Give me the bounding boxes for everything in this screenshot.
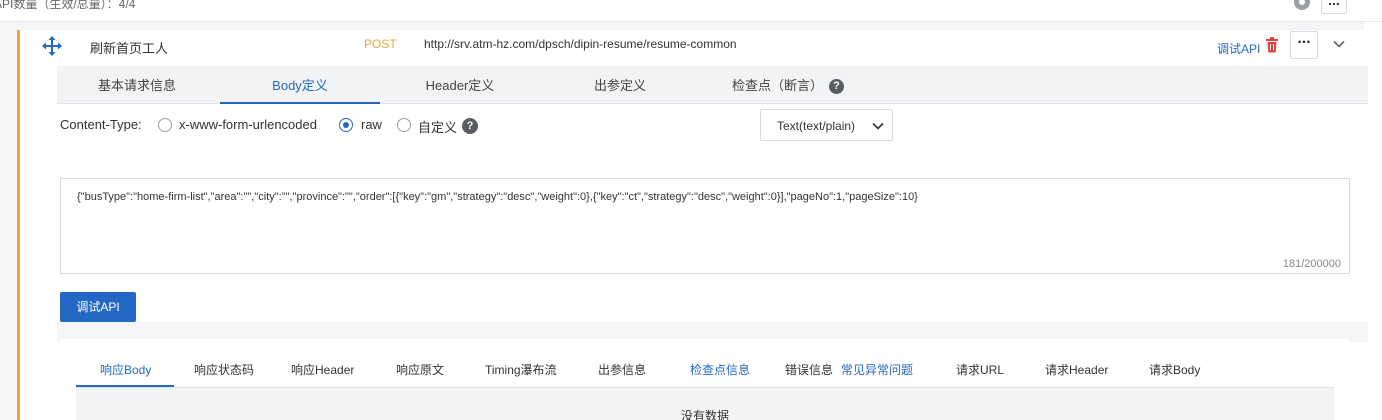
content-type-row: Content-Type: x-www-form-urlencoded raw … bbox=[57, 104, 1368, 150]
body-editor-text[interactable]: {"busType":"home-firm-list","area":"","c… bbox=[77, 191, 918, 203]
tab-checkpoint[interactable]: 检查点（断言）? bbox=[708, 66, 868, 104]
resp-link-common-issues[interactable]: 常见异常问题 bbox=[841, 361, 913, 378]
tab-header-definition[interactable]: Header定义 bbox=[380, 66, 540, 104]
api-name: 刷新首页工人 bbox=[90, 41, 169, 56]
radio-custom-label[interactable]: 自定义 bbox=[418, 117, 457, 136]
header-more-button[interactable]: ... bbox=[1290, 31, 1318, 59]
move-icon[interactable] bbox=[42, 36, 62, 56]
chevron-down-icon bbox=[872, 122, 884, 130]
page-root: API数量（生效/总量）：4/4 ... 刷新首页工人 POST http://… bbox=[0, 0, 1382, 420]
api-card: 刷新首页工人 POST http://srv.atm-hz.com/dpsch/… bbox=[17, 30, 1368, 420]
help-icon[interactable]: ? bbox=[829, 79, 844, 95]
resp-tab-request-header[interactable]: 请求Header bbox=[1045, 361, 1108, 378]
body-editor[interactable]: {"busType":"home-firm-list","area":"","c… bbox=[60, 178, 1350, 274]
gear-icon[interactable] bbox=[1294, 0, 1310, 10]
api-card-header[interactable]: 刷新首页工人 POST http://srv.atm-hz.com/dpsch/… bbox=[20, 30, 1365, 66]
body-char-count: 181/200000 bbox=[1282, 258, 1341, 270]
response-empty-state: 没有数据 bbox=[76, 388, 1334, 420]
response-panel: 响应Body 响应状态码 响应Header 响应原文 Timing瀑布流 出参信… bbox=[60, 339, 1350, 420]
resp-tab-header[interactable]: 响应Header bbox=[291, 361, 354, 378]
resp-tab-error[interactable]: 错误信息 bbox=[785, 361, 833, 378]
resp-tab-raw[interactable]: 响应原文 bbox=[396, 361, 444, 378]
api-method-badge: POST bbox=[364, 37, 397, 51]
resp-tab-body[interactable]: 响应Body bbox=[100, 361, 151, 378]
resp-tab-request-body[interactable]: 请求Body bbox=[1149, 361, 1200, 378]
header-debug-api-link[interactable]: 调试API bbox=[1217, 40, 1260, 57]
debug-api-button[interactable]: 调试API bbox=[60, 292, 136, 322]
empty-state-text: 没有数据 bbox=[680, 409, 729, 420]
chevron-down-icon[interactable] bbox=[1331, 36, 1347, 52]
radio-raw[interactable] bbox=[339, 118, 353, 132]
resp-tab-request-url[interactable]: 请求URL bbox=[956, 361, 1004, 378]
format-select-value: Text(text/plain) bbox=[777, 119, 856, 133]
radio-urlencoded[interactable] bbox=[158, 118, 172, 132]
resp-tab-timing[interactable]: Timing瀑布流 bbox=[485, 361, 557, 378]
radio-custom[interactable] bbox=[397, 118, 411, 132]
resp-tab-active-indicator bbox=[76, 385, 174, 387]
help-icon[interactable]: ? bbox=[462, 118, 478, 134]
tab-body-definition[interactable]: Body定义 bbox=[220, 66, 380, 104]
detail-tabs: 基本请求信息 Body定义 Header定义 出参定义 检查点（断言）? bbox=[57, 66, 1368, 104]
radio-urlencoded-label[interactable]: x-www-form-urlencoded bbox=[179, 117, 317, 132]
top-strip: API数量（生效/总量）：4/4 ... bbox=[0, 0, 1382, 22]
api-count-label: API数量（生效/总量）：4/4 bbox=[0, 0, 136, 11]
format-select[interactable]: Text(text/plain) bbox=[760, 109, 893, 141]
top-more-button[interactable]: ... bbox=[1321, 0, 1347, 14]
tab-output-definition[interactable]: 出参定义 bbox=[540, 66, 700, 104]
api-detail-panel: 基本请求信息 Body定义 Header定义 出参定义 检查点（断言）? Con… bbox=[57, 66, 1368, 420]
resp-tab-checkpoint-info[interactable]: 检查点信息 bbox=[690, 361, 750, 378]
resp-tab-output[interactable]: 出参信息 bbox=[598, 361, 646, 378]
trash-icon[interactable] bbox=[1265, 37, 1279, 53]
content-type-label: Content-Type: bbox=[60, 117, 142, 132]
resp-tab-status-code[interactable]: 响应状态码 bbox=[194, 361, 254, 378]
api-url: http://srv.atm-hz.com/dpsch/dipin-resume… bbox=[424, 37, 737, 51]
tab-basic-request[interactable]: 基本请求信息 bbox=[57, 66, 217, 104]
radio-raw-label[interactable]: raw bbox=[361, 117, 382, 132]
